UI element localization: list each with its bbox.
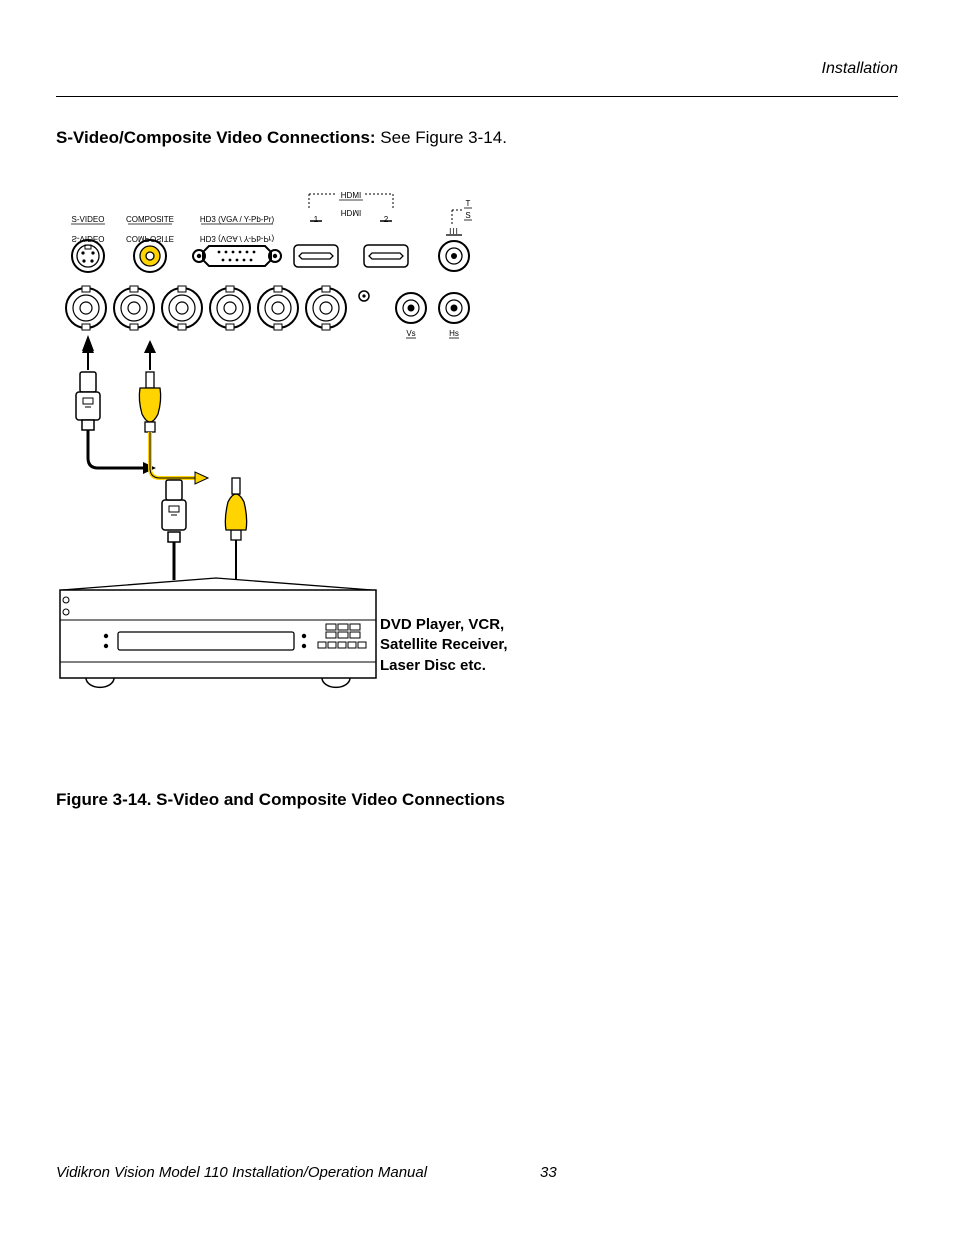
label-hdmi-1: 1 — [314, 215, 319, 224]
label-composite: COMPOSITE — [126, 215, 174, 224]
rear-panel: HDMI HDMI 1 2 T S — [66, 191, 472, 338]
header-rule — [56, 96, 898, 97]
hdmi-port-1-icon — [294, 245, 338, 267]
label-hd3: HD3 (VGA / Y-Pb-Pr) — [200, 215, 275, 224]
footer-manual-title: Vidikron Vision Model 110 Installation/O… — [56, 1164, 427, 1181]
bnc-row — [66, 286, 346, 330]
figure-caption: Figure 3-14. S-Video and Composite Video… — [56, 790, 505, 810]
label-hd3-mirror: HD3 (VGA / Y-Pb-Pr) — [200, 234, 275, 243]
heading-line: S-Video/Composite Video Connections: See… — [56, 128, 507, 148]
label-t: T — [466, 199, 471, 208]
source-device-icon — [60, 578, 376, 687]
label-svideo: S-VIDEO — [72, 215, 105, 224]
svideo-plug-bottom-icon — [162, 480, 186, 580]
label-hdmi-mirror: HDMI — [341, 208, 361, 217]
svideo-plug-icon — [76, 372, 156, 474]
label-hs: Hs — [449, 329, 459, 338]
heading-bold: S-Video/Composite Video Connections: — [56, 128, 380, 147]
arrow-svideo — [82, 340, 94, 370]
label-s: S — [465, 211, 470, 220]
label-composite-mirror: COMPOSITE — [126, 234, 174, 243]
label-vs: Vs — [406, 329, 415, 338]
composite-plug-icon — [139, 372, 208, 484]
hs-rca-icon — [439, 293, 469, 323]
svideo-connector-icon — [72, 240, 104, 272]
device-label: DVD Player, VCR, Satellite Receiver, Las… — [380, 615, 508, 676]
heading-rest: See Figure 3-14. — [380, 128, 507, 147]
ts-jack-icon — [439, 241, 469, 271]
vga-connector-icon — [193, 246, 281, 266]
label-hdmi-2: 2 — [384, 215, 389, 224]
footer-page-number: 33 — [540, 1164, 557, 1181]
device-label-l3: Laser Disc etc. — [380, 657, 486, 674]
label-hdmi: HDMI — [341, 191, 361, 200]
composite-plug-bottom-icon — [225, 478, 246, 580]
vs-rca-icon — [396, 293, 426, 323]
composite-connector-icon — [134, 240, 166, 272]
hdmi-port-2-icon — [364, 245, 408, 267]
label-svideo-mirror: S-VIDEO — [72, 234, 105, 243]
device-label-l1: DVD Player, VCR, — [380, 616, 504, 633]
arrow-composite — [144, 340, 156, 370]
page: Installation S-Video/Composite Video Con… — [0, 0, 954, 1235]
header-section-label: Installation — [822, 60, 899, 78]
device-label-l2: Satellite Receiver, — [380, 636, 508, 653]
